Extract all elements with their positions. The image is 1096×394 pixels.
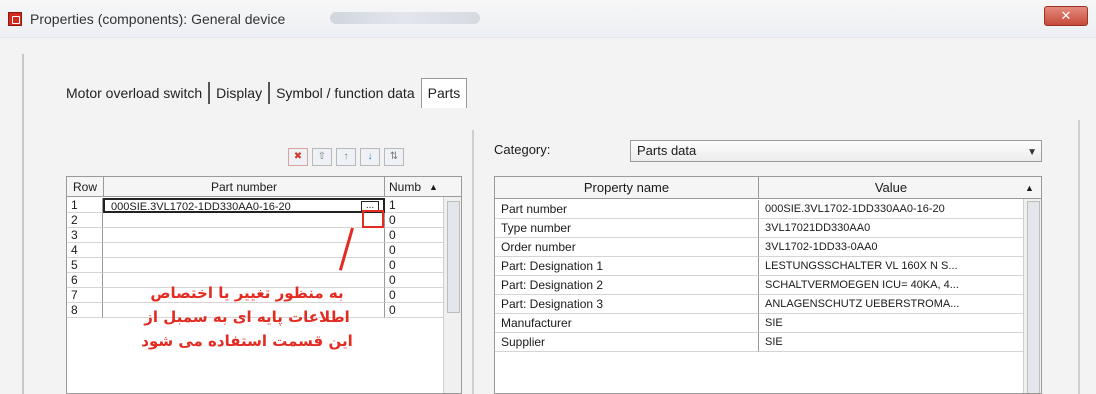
number-cell[interactable]: 0 [385, 213, 443, 228]
sort-button[interactable]: ⇅ [384, 148, 404, 166]
number-cell[interactable]: 0 [385, 303, 443, 318]
frame-border-right [1078, 120, 1080, 394]
insert-row-button[interactable]: ⇧ [312, 148, 332, 166]
category-value: Parts data [637, 143, 697, 158]
app-icon [8, 12, 22, 26]
part-number-cell[interactable] [103, 228, 385, 243]
parts-toolbar: ✖ ⇧ ↑ ↓ ⇅ [288, 148, 404, 166]
sort-ascending-icon: ▲ [429, 182, 438, 192]
sort-ascending-icon: ▲ [1025, 183, 1034, 193]
row-number: 5 [67, 258, 103, 273]
scrollbar-thumb[interactable] [1027, 201, 1040, 393]
parts-table-header: Row Part number Numb ▲ [67, 177, 461, 197]
category-dropdown[interactable]: Parts data ▼ [630, 140, 1042, 162]
dropdown-arrow-icon: ▼ [1027, 147, 1037, 158]
parts-table-scrollbar[interactable] [443, 197, 461, 393]
table-row[interactable]: Type number 3VL17021DD330AA0 [495, 219, 1041, 238]
property-value-cell[interactable]: SIE [759, 333, 1023, 352]
table-row[interactable]: 4 0 [67, 243, 461, 258]
property-name-cell: Order number [495, 238, 759, 257]
column-header-row[interactable]: Row [73, 177, 97, 197]
frame-border-left [22, 54, 24, 394]
tab-bar: Motor overload switch Display Symbol / f… [60, 78, 468, 108]
part-number-cell[interactable]: 000SIE.3VL1702-1DD330AA0-16-20 [103, 198, 385, 213]
close-button[interactable]: ✕ [1044, 6, 1088, 26]
move-down-button[interactable]: ↓ [360, 148, 380, 166]
row-number: 2 [67, 213, 103, 228]
blurred-title-text [330, 12, 480, 24]
table-row[interactable]: Part: Designation 1 LESTUNGSSCHALTER VL … [495, 257, 1041, 276]
row-number: 7 [67, 288, 103, 303]
title-bar: Properties (components): General device … [0, 0, 1096, 38]
delete-row-button[interactable]: ✖ [288, 148, 308, 166]
table-row[interactable]: 2 0 [67, 213, 461, 228]
move-up-button[interactable]: ↑ [336, 148, 356, 166]
row-number: 3 [67, 228, 103, 243]
table-row[interactable]: 1 000SIE.3VL1702-1DD330AA0-16-20 1 [67, 198, 461, 213]
property-name-cell: Type number [495, 219, 759, 238]
properties-table: Property name Value ▲ Part number 000SIE… [494, 176, 1042, 394]
property-name-cell: Manufacturer [495, 314, 759, 333]
column-header-property-name[interactable]: Property name [495, 177, 759, 199]
row-number: 1 [67, 198, 103, 213]
table-row[interactable]: Part: Designation 2 SCHALTVERMOEGEN ICU=… [495, 276, 1041, 295]
property-name-cell: Part number [495, 200, 759, 219]
table-row[interactable]: Supplier SIE [495, 333, 1041, 352]
tab-symbol-function-data[interactable]: Symbol / function data [270, 85, 421, 101]
property-value-cell[interactable]: 3VL1702-1DD33-0AA0 [759, 238, 1023, 257]
table-row[interactable]: Manufacturer SIE [495, 314, 1041, 333]
property-name-cell: Part: Designation 3 [495, 295, 759, 314]
number-cell[interactable]: 0 [385, 273, 443, 288]
property-value-cell[interactable]: SCHALTVERMOEGEN ICU= 40KA, 4... [759, 276, 1023, 295]
property-value-cell[interactable]: ANLAGENSCHUTZ UEBERSTROMA... [759, 295, 1023, 314]
window-title: Properties (components): General device [30, 11, 286, 27]
number-cell[interactable]: 0 [385, 288, 443, 303]
table-row[interactable]: 5 0 [67, 258, 461, 273]
properties-table-header: Property name Value ▲ [495, 177, 1041, 199]
number-cell[interactable]: 0 [385, 258, 443, 273]
number-cell[interactable]: 1 [385, 198, 443, 213]
table-row[interactable]: Order number 3VL1702-1DD33-0AA0 [495, 238, 1041, 257]
property-value-cell[interactable]: 000SIE.3VL1702-1DD330AA0-16-20 [759, 200, 1023, 219]
table-row[interactable]: Part: Designation 3 ANLAGENSCHUTZ UEBERS… [495, 295, 1041, 314]
row-number: 6 [67, 273, 103, 288]
property-value-cell[interactable]: 3VL17021DD330AA0 [759, 219, 1023, 238]
annotation-line-1: به منظور تغییر یا اختصاص [150, 284, 344, 302]
column-header-part-number[interactable]: Part number [103, 177, 385, 197]
annotation-line-2: اطلاعات پایه ای به سمبل از [144, 308, 350, 326]
part-number-cell[interactable] [103, 213, 385, 228]
tab-display[interactable]: Display [210, 85, 268, 101]
table-row[interactable]: 3 0 [67, 228, 461, 243]
properties-table-scrollbar[interactable] [1023, 199, 1041, 393]
annotation-text: به منظور تغییر یا اختصاص اطلاعات پایه ای… [112, 281, 382, 353]
column-header-value[interactable]: Value [759, 177, 1023, 199]
panel-divider [472, 130, 474, 394]
number-cell[interactable]: 0 [385, 228, 443, 243]
property-value-cell[interactable]: LESTUNGSSCHALTER VL 160X N S... [759, 257, 1023, 276]
column-header-number[interactable]: Numb [389, 177, 421, 197]
number-cell[interactable]: 0 [385, 243, 443, 258]
table-row[interactable]: Part number 000SIE.3VL1702-1DD330AA0-16-… [495, 200, 1041, 219]
property-name-cell: Supplier [495, 333, 759, 352]
property-value-cell[interactable]: SIE [759, 314, 1023, 333]
property-name-cell: Part: Designation 1 [495, 257, 759, 276]
property-name-cell: Part: Designation 2 [495, 276, 759, 295]
row-number: 8 [67, 303, 103, 318]
annotation-line-3: این قسمت استفاده می شود [141, 332, 353, 350]
annotation-highlight-box [362, 210, 384, 228]
category-label: Category: [494, 142, 551, 157]
scrollbar-thumb[interactable] [447, 201, 460, 313]
tab-parts[interactable]: Parts [420, 78, 468, 108]
tab-motor-overload-switch[interactable]: Motor overload switch [60, 85, 208, 101]
row-number: 4 [67, 243, 103, 258]
